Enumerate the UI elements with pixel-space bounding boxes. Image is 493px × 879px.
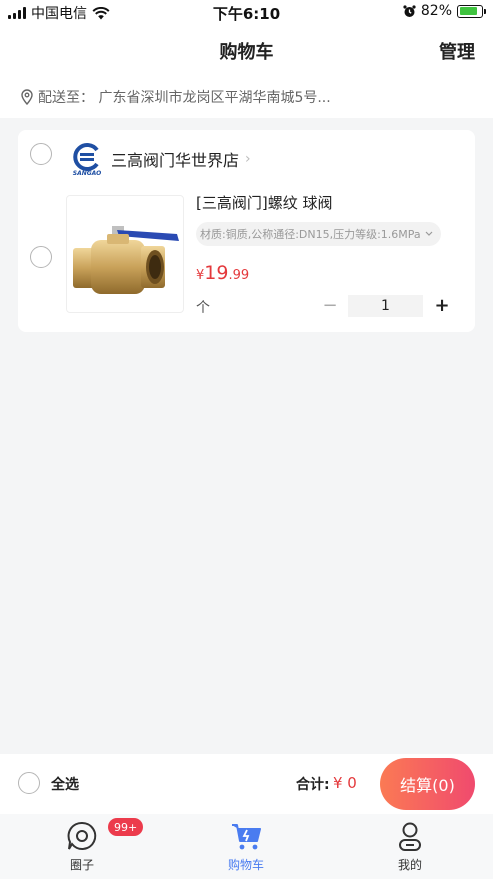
- tab-label: 我的: [397, 858, 422, 872]
- item-select-radio[interactable]: [30, 246, 52, 268]
- price-integer: 19: [204, 262, 229, 284]
- address-text: 配送至： 广东省深圳市龙岗区平湖华南城5号...: [38, 90, 331, 106]
- chevron-down-icon: [425, 231, 433, 236]
- status-bar: 中国电信 下午6:10 82%: [0, 0, 493, 26]
- svg-text:SANGAO: SANGAO: [73, 170, 101, 176]
- status-right: 82%: [403, 3, 486, 19]
- tab-circle[interactable]: 圈子 99+: [22, 814, 144, 879]
- shop-name: 三高阀门华世界店: [111, 151, 240, 170]
- shop-logo: SANGAO: [73, 143, 101, 176]
- shop-select-radio[interactable]: [30, 143, 52, 165]
- shop-card: SANGAO 三高阀门华世界店 › [三高阀门]螺纹 球阀 材质:铜质,公称通径…: [18, 130, 475, 332]
- tab-label: 圈子: [69, 858, 94, 872]
- battery-percent: 82%: [420, 3, 452, 19]
- tab-label: 购物车: [227, 858, 264, 872]
- select-all-radio[interactable]: [18, 772, 40, 794]
- chevron-right-icon: ›: [245, 151, 251, 167]
- product-unit: 个: [196, 300, 210, 316]
- manage-button[interactable]: 管理: [439, 38, 475, 64]
- location-pin-icon: [21, 89, 33, 105]
- ball-valve-image: [73, 226, 179, 294]
- nav-bar: 购物车 管理: [0, 26, 493, 76]
- alarm-icon: [403, 4, 416, 17]
- quantity-decrease-button[interactable]: −: [318, 296, 342, 318]
- notification-badge: 99+: [108, 818, 144, 836]
- total-label: 合计:: [296, 777, 330, 793]
- shop-name-link[interactable]: 三高阀门华世界店 ›: [111, 147, 251, 171]
- product-title[interactable]: [三高阀门]螺纹 球阀: [196, 192, 332, 213]
- chat-icon: [66, 820, 98, 852]
- spec-selector[interactable]: 材质:铜质,公称通径:DN15,压力等级:1.6MPa: [196, 222, 441, 246]
- battery-icon: [457, 4, 486, 18]
- quantity-increase-button[interactable]: +: [430, 295, 454, 317]
- user-icon: [394, 820, 426, 852]
- quantity-input[interactable]: [348, 295, 423, 317]
- select-all-label[interactable]: 全选: [51, 774, 79, 794]
- checkout-bar: 全选 合计: ¥ 0 结算(0): [0, 754, 493, 814]
- product-price: ¥ 19 .99: [196, 262, 249, 284]
- tab-cart[interactable]: 购物车: [186, 814, 306, 879]
- product-image[interactable]: [66, 195, 184, 313]
- tab-bar: 圈子 99+ 购物车 我的: [0, 814, 493, 879]
- price-decimal: .99: [228, 268, 250, 283]
- delivery-address[interactable]: 配送至： 广东省深圳市龙岗区平湖华南城5号...: [0, 76, 493, 118]
- price-currency: ¥: [196, 268, 205, 283]
- tab-mine[interactable]: 我的: [350, 814, 470, 879]
- total-amount: ¥ 0: [333, 774, 357, 792]
- checkout-button[interactable]: 结算(0): [380, 758, 475, 810]
- page-title: 购物车: [219, 42, 274, 63]
- spec-text: 材质:铜质,公称通径:DN15,压力等级:1.6MPa: [200, 228, 421, 241]
- cart-icon: [230, 820, 262, 852]
